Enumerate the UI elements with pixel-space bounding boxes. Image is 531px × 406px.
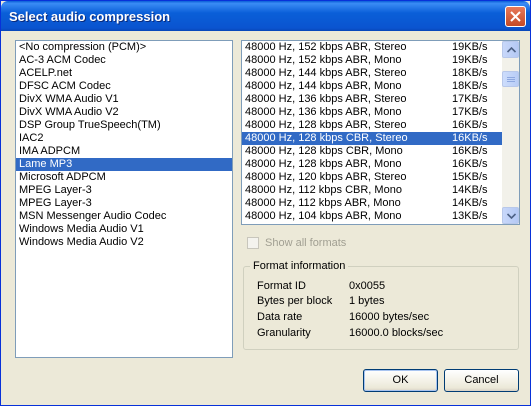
- format-rate: 16KB/s: [452, 132, 488, 144]
- arrow-up-icon: [507, 47, 516, 53]
- format-item[interactable]: 48000 Hz, 128 kbps CBR, Stereo 16KB/s: [242, 132, 519, 145]
- format-item[interactable]: 48000 Hz, 128 kbps ABR, Stereo 16KB/s: [242, 119, 519, 132]
- format-rate: 14KB/s: [452, 184, 488, 196]
- format-item[interactable]: 48000 Hz, 112 kbps ABR, Mono 14KB/s: [242, 197, 519, 210]
- codec-item[interactable]: ACELP.net: [16, 67, 232, 80]
- format-list-scrollbar[interactable]: [502, 41, 519, 224]
- format-name: 48000 Hz, 136 kbps ABR, Mono: [245, 106, 402, 118]
- codec-list[interactable]: <No compression (PCM)> AC-3 ACM Codec AC…: [15, 40, 233, 358]
- scroll-thumb[interactable]: [502, 71, 519, 87]
- codec-item[interactable]: Lame MP3: [16, 158, 232, 171]
- checkbox-box[interactable]: [247, 237, 259, 249]
- format-name: 48000 Hz, 144 kbps ABR, Stereo: [245, 67, 407, 79]
- granularity-label: Granularity: [257, 327, 311, 339]
- ok-button[interactable]: OK: [363, 369, 438, 392]
- format-name: 48000 Hz, 104 kbps ABR, Mono: [245, 210, 402, 222]
- format-name: 48000 Hz, 144 kbps ABR, Mono: [245, 80, 402, 92]
- granularity-value: 16000.0 blocks/sec: [349, 327, 444, 339]
- data-rate-label: Data rate: [257, 311, 303, 323]
- title-bar[interactable]: Select audio compression: [1, 1, 530, 31]
- window-title: Select audio compression: [9, 9, 171, 24]
- format-information-title: Format information: [250, 260, 349, 272]
- format-id-value: 0x0055: [349, 280, 386, 292]
- format-item[interactable]: 48000 Hz, 136 kbps ABR, Stereo 17KB/s: [242, 93, 519, 106]
- format-rate: 19KB/s: [452, 54, 488, 66]
- thumb-grip: [507, 81, 515, 82]
- format-item[interactable]: 48000 Hz, 136 kbps ABR, Mono 17KB/s: [242, 106, 519, 119]
- format-item[interactable]: 48000 Hz, 152 kbps ABR, Mono 19KB/s: [242, 54, 519, 67]
- codec-item[interactable]: MSN Messenger Audio Codec: [16, 210, 232, 223]
- codec-item[interactable]: <No compression (PCM)>: [16, 41, 232, 54]
- bytes-per-block-value: 1 bytes: [349, 295, 385, 307]
- format-rate: 15KB/s: [452, 171, 488, 183]
- format-name: 48000 Hz, 120 kbps ABR, Stereo: [245, 171, 407, 183]
- format-rate: 16KB/s: [452, 145, 488, 157]
- format-name: 48000 Hz, 136 kbps ABR, Stereo: [245, 93, 407, 105]
- format-rate: 18KB/s: [452, 67, 488, 79]
- format-name: 48000 Hz, 128 kbps ABR, Mono: [245, 158, 402, 170]
- format-name: 48000 Hz, 128 kbps ABR, Stereo: [245, 119, 407, 131]
- close-button[interactable]: [505, 6, 526, 27]
- format-name: 48000 Hz, 128 kbps CBR, Mono: [245, 145, 403, 157]
- close-icon: [510, 11, 521, 22]
- codec-item[interactable]: DFSC ACM Codec: [16, 80, 232, 93]
- show-all-formats-label: Show all formats: [265, 237, 347, 249]
- cancel-button[interactable]: Cancel: [444, 369, 519, 392]
- format-name: 48000 Hz, 128 kbps CBR, Stereo: [245, 132, 408, 144]
- codec-item[interactable]: DSP Group TrueSpeech(TM): [16, 119, 232, 132]
- format-item[interactable]: 48000 Hz, 144 kbps ABR, Stereo 18KB/s: [242, 67, 519, 80]
- codec-item[interactable]: DivX WMA Audio V2: [16, 106, 232, 119]
- codec-item[interactable]: MPEG Layer-3: [16, 197, 232, 210]
- codec-item[interactable]: AC-3 ACM Codec: [16, 54, 232, 67]
- codec-item[interactable]: DivX WMA Audio V1: [16, 93, 232, 106]
- thumb-grip: [507, 79, 515, 80]
- scroll-down-button[interactable]: [502, 207, 519, 224]
- format-item[interactable]: 48000 Hz, 144 kbps ABR, Mono 18KB/s: [242, 80, 519, 93]
- format-item[interactable]: 48000 Hz, 128 kbps ABR, Mono 16KB/s: [242, 158, 519, 171]
- format-rate: 14KB/s: [452, 197, 488, 209]
- codec-item[interactable]: IAC2: [16, 132, 232, 145]
- format-rate: 16KB/s: [452, 158, 488, 170]
- format-item[interactable]: 48000 Hz, 128 kbps CBR, Mono 16KB/s: [242, 145, 519, 158]
- format-list[interactable]: 48000 Hz, 152 kbps ABR, Stereo 19KB/s 480…: [241, 40, 520, 225]
- format-rate: 13KB/s: [452, 210, 488, 222]
- format-rate: 16KB/s: [452, 119, 488, 131]
- format-rate: 18KB/s: [452, 80, 488, 92]
- thumb-grip: [507, 77, 515, 78]
- codec-item[interactable]: Windows Media Audio V1: [16, 223, 232, 236]
- format-name: 48000 Hz, 112 kbps ABR, Mono: [245, 197, 401, 209]
- codec-item[interactable]: IMA ADPCM: [16, 145, 232, 158]
- format-item[interactable]: 48000 Hz, 104 kbps ABR, Mono 13KB/s: [242, 210, 519, 223]
- format-name: 48000 Hz, 152 kbps ABR, Stereo: [245, 41, 407, 53]
- format-rate: 17KB/s: [452, 93, 488, 105]
- format-item[interactable]: 48000 Hz, 152 kbps ABR, Stereo 19KB/s: [242, 41, 519, 54]
- arrow-down-icon: [507, 213, 516, 219]
- data-rate-value: 16000 bytes/sec: [349, 311, 430, 323]
- codec-item[interactable]: Windows Media Audio V2: [16, 236, 232, 249]
- format-id-label: Format ID: [257, 280, 306, 292]
- format-name: 48000 Hz, 152 kbps ABR, Mono: [245, 54, 402, 66]
- format-name: 48000 Hz, 112 kbps CBR, Mono: [245, 184, 402, 196]
- format-rate: 19KB/s: [452, 41, 488, 53]
- format-rate: 17KB/s: [452, 106, 488, 118]
- format-item[interactable]: 48000 Hz, 112 kbps CBR, Mono 14KB/s: [242, 184, 519, 197]
- format-item[interactable]: 48000 Hz, 120 kbps ABR, Stereo 15KB/s: [242, 171, 519, 184]
- dialog-window: Select audio compression <No compression…: [0, 0, 531, 406]
- codec-item[interactable]: Microsoft ADPCM: [16, 171, 232, 184]
- bytes-per-block-label: Bytes per block: [257, 295, 333, 307]
- scroll-up-button[interactable]: [502, 41, 519, 58]
- codec-item[interactable]: MPEG Layer-3: [16, 184, 232, 197]
